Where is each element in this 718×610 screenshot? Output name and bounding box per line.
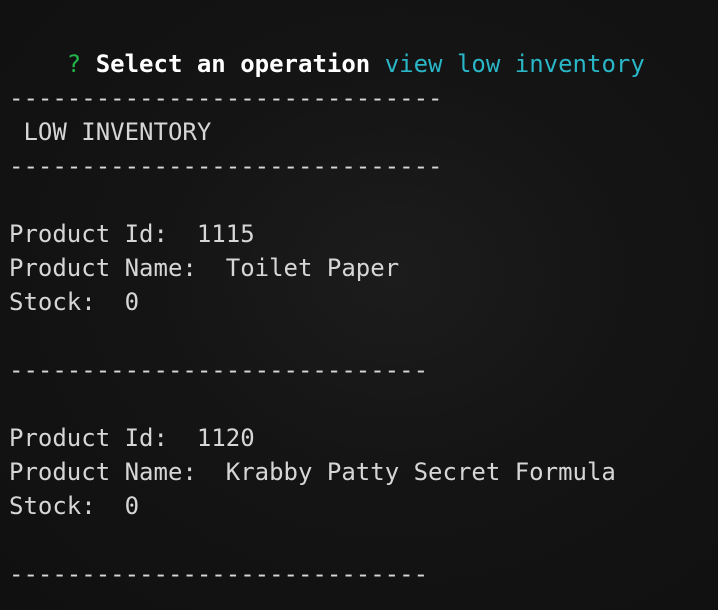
product-separator: ----------------------------- bbox=[9, 356, 429, 384]
product-separator: ----------------------------- bbox=[9, 560, 429, 588]
product-stock-line: Stock: 0 bbox=[9, 489, 139, 523]
product-id-label: Product Id: bbox=[9, 220, 197, 248]
prompt-question-marker: ? bbox=[66, 50, 82, 78]
product-name-line: Product Name: Krabby Patty Secret Formul… bbox=[9, 455, 616, 489]
product-name-label: Product Name: bbox=[9, 458, 226, 486]
product-id-label: Product Id: bbox=[9, 424, 197, 452]
terminal-window[interactable]: ? Select an operation view low inventory… bbox=[0, 0, 718, 610]
product-name-value: Krabby Patty Secret Formula bbox=[225, 458, 616, 486]
product-stock-label: Stock: bbox=[9, 492, 125, 520]
prompt-question-text: Select an operation bbox=[95, 50, 371, 78]
product-id-value: 1115 bbox=[196, 220, 255, 248]
product-name-label: Product Name: bbox=[9, 254, 226, 282]
product-stock-line: Stock: 0 bbox=[9, 285, 139, 319]
product-id-line: Product Id: 1120 bbox=[9, 421, 255, 455]
product-name-line: Product Name: Toilet Paper bbox=[9, 251, 399, 285]
prompt-line: ? Select an operation view low inventory bbox=[9, 13, 645, 78]
product-stock-value: 0 bbox=[124, 288, 140, 316]
product-id-value: 1120 bbox=[196, 424, 255, 452]
product-stock-value: 0 bbox=[124, 492, 140, 520]
product-id-line: Product Id: 1115 bbox=[9, 217, 255, 251]
report-title: LOW INVENTORY bbox=[9, 118, 212, 146]
prompt-answer-text: view low inventory bbox=[384, 50, 645, 78]
product-name-value: Toilet Paper bbox=[225, 254, 400, 282]
product-stock-label: Stock: bbox=[9, 288, 125, 316]
header-rule-top: ------------------------------ bbox=[9, 84, 443, 112]
header-rule-bottom: ------------------------------ bbox=[9, 152, 443, 180]
